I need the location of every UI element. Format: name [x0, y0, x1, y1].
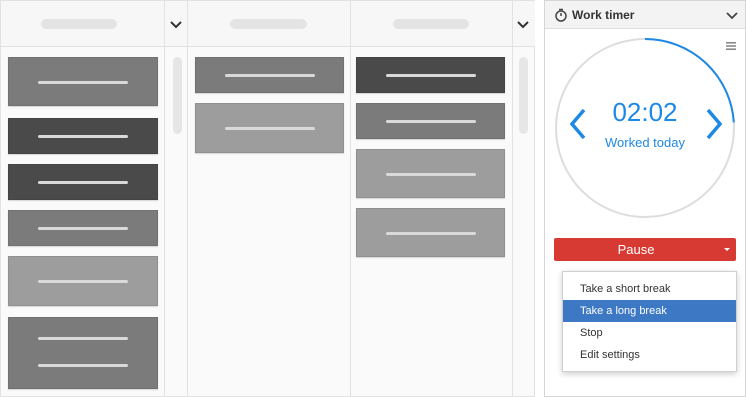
card-text-placeholder [38, 337, 128, 340]
card-text-placeholder [38, 364, 128, 367]
task-card[interactable] [356, 103, 505, 139]
column-header-3[interactable] [351, 1, 535, 47]
card-text-placeholder [38, 81, 128, 84]
menu-item-short-break[interactable]: Take a short break [563, 278, 736, 300]
task-card[interactable] [356, 57, 505, 93]
chevron-down-icon[interactable] [725, 8, 739, 22]
column-header-2[interactable] [188, 1, 351, 47]
task-card[interactable] [195, 57, 344, 93]
card-text-placeholder [38, 135, 128, 138]
pause-button-label: Pause [617, 242, 655, 257]
task-card[interactable] [195, 103, 344, 153]
divider [512, 1, 513, 397]
divider [164, 1, 165, 397]
column-title-placeholder [230, 19, 307, 29]
column-title-placeholder [41, 19, 117, 29]
widget-title: Work timer [572, 8, 635, 22]
task-card[interactable] [8, 118, 158, 154]
task-card[interactable] [8, 210, 158, 246]
work-timer-widget: Work timer 02:02 Worked today Pause Take… [544, 0, 746, 397]
scrollbar[interactable] [519, 57, 528, 134]
menu-item-long-break[interactable]: Take a long break [563, 300, 736, 322]
column-title-placeholder [393, 19, 469, 29]
card-text-placeholder [38, 227, 128, 230]
divider [187, 1, 188, 397]
card-text-placeholder [386, 232, 476, 235]
menu-item-stop[interactable]: Stop [563, 322, 736, 344]
column-header-1[interactable] [1, 1, 188, 47]
task-card[interactable] [356, 208, 505, 257]
pause-dropdown-toggle[interactable] [718, 238, 736, 261]
timer-display: 02:02 [612, 97, 678, 127]
timer-subtitle: Worked today [605, 135, 685, 150]
widget-header: Work timer [545, 1, 745, 29]
menu-item-edit-settings[interactable]: Edit settings [563, 344, 736, 366]
card-text-placeholder [386, 120, 476, 123]
divider [350, 1, 351, 397]
caret-down-icon [724, 248, 730, 251]
pause-button[interactable]: Pause [554, 238, 736, 261]
stopwatch-icon [555, 8, 567, 22]
card-text-placeholder [225, 74, 315, 77]
task-card[interactable] [8, 57, 158, 106]
task-card[interactable] [8, 164, 158, 200]
task-card[interactable] [8, 256, 158, 306]
task-card[interactable] [8, 317, 158, 389]
card-text-placeholder [38, 280, 128, 283]
chevron-down-icon[interactable] [515, 15, 531, 33]
task-card[interactable] [356, 149, 505, 198]
card-text-placeholder [38, 181, 128, 184]
pause-options-menu: Take a short break Take a long break Sto… [562, 271, 737, 372]
kanban-board [0, 0, 535, 397]
card-text-placeholder [386, 173, 476, 176]
card-text-placeholder [225, 127, 315, 130]
card-text-placeholder [386, 74, 476, 77]
chevron-down-icon[interactable] [168, 15, 184, 33]
scrollbar[interactable] [173, 57, 182, 134]
